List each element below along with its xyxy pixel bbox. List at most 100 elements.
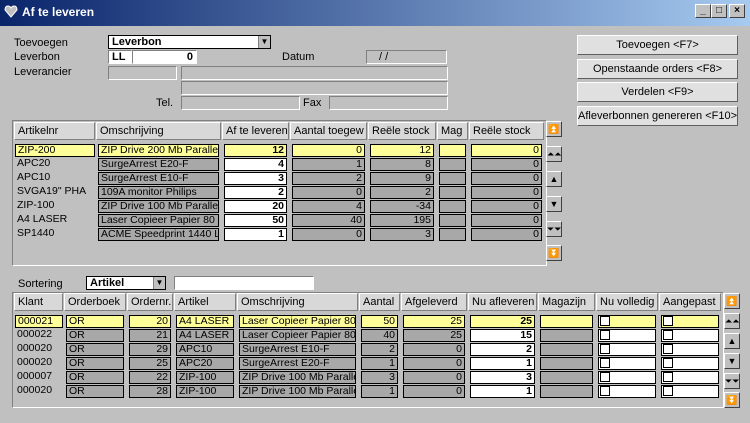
grid1-cell-1[interactable]: ZIP Drive 200 Mb Parallel [98,144,219,157]
grid1-cell-2[interactable]: 3 [224,172,287,185]
leverancier-name-field[interactable] [181,66,448,80]
grid2-header-3[interactable]: Artikel [174,293,236,311]
openstaande-orders-button[interactable]: Openstaande orders <F8> [577,59,738,79]
grid1-cell-4[interactable]: -34 [370,200,434,213]
grid2-cell-magazijn[interactable] [540,329,593,342]
grid2-cell-7[interactable]: 2 [470,343,535,356]
aangepast-checkbox[interactable] [663,330,673,340]
grid1-header-3[interactable]: Aantal toegew [290,122,367,140]
grid2-header-4[interactable]: Omschrijving [237,293,358,311]
grid1-cell-4[interactable]: 8 [370,158,434,171]
grid2-cell-4[interactable]: Laser Copieer Papier 80 [239,329,356,342]
page-up-icon[interactable]: ⏶⏶ [724,313,740,329]
up-icon[interactable]: ▲ [724,333,740,349]
grid2-cell-1[interactable]: OR [66,343,124,356]
grid2-cell-1[interactable]: OR [66,371,124,384]
nu-volledig-checkbox[interactable] [600,344,610,354]
grid2-row-klant[interactable]: 000020 [15,343,63,356]
grid1-cell-6[interactable]: 0 [471,228,542,241]
grid1-cell-2[interactable]: 20 [224,200,287,213]
grid1-cell-2[interactable]: 50 [224,214,287,227]
grid1-cell-6[interactable]: 0 [471,200,542,213]
grid1-cell-2[interactable]: 12 [224,144,287,157]
grid1-cell-2[interactable]: 4 [224,158,287,171]
nu-volledig-checkbox[interactable] [600,386,610,396]
grid2-header-8[interactable]: Magazijn [538,293,595,311]
grid1-row-artikelnr[interactable]: SP1440 [15,228,95,241]
grid2-cell-6[interactable]: 0 [403,343,465,356]
grid2-cell-2[interactable]: 21 [129,329,171,342]
grid1-cell-3[interactable]: 0 [292,144,365,157]
grid2-header-0[interactable]: Klant [14,293,63,311]
grid1-cell-4[interactable]: 3 [370,228,434,241]
nu-volledig-checkbox[interactable] [600,358,610,368]
grid1-cell-6[interactable]: 0 [471,172,542,185]
last-icon[interactable]: ⏬ [546,245,562,261]
grid1-cell-5[interactable] [439,186,466,199]
leverbon-code-field[interactable]: LL [108,50,132,64]
chevron-down-icon[interactable]: ▼ [153,277,165,289]
grid1-row-artikelnr[interactable]: SVGA19" PHA [15,186,95,199]
grid1-cell-1[interactable]: ACME Speedprint 1440 L [98,228,219,241]
maximize-button[interactable]: □ [711,4,727,18]
leverbon-number-field[interactable]: 0 [132,50,197,64]
nu-volledig-checkbox[interactable] [600,316,610,326]
sortering-select[interactable]: Artikel ▼ [86,276,166,290]
grid2-cell-2[interactable]: 22 [129,371,171,384]
grid2-header-2[interactable]: Ordernr. [127,293,173,311]
close-button[interactable]: × [729,4,745,18]
grid2-cell-5[interactable]: 3 [361,371,398,384]
grid2-cell-4[interactable]: ZIP Drive 100 Mb Paralle [239,371,356,384]
grid2-row-klant[interactable]: 000020 [15,357,63,370]
grid1-cell-5[interactable] [439,158,466,171]
grid2-row-klant[interactable]: 000020 [15,385,63,398]
first-icon[interactable]: ⏫ [546,121,562,137]
afleverbonnen-genereren-button[interactable]: Afleverbonnen genereren <F10> [577,106,738,126]
grid1-row-artikelnr[interactable]: APC10 [15,172,95,185]
grid2-cell-7[interactable]: 1 [470,357,535,370]
grid1-cell-1[interactable]: SurgeArrest E20-F [98,158,219,171]
grid1-header-1[interactable]: Omschrijving [96,122,221,140]
grid2-cell-7[interactable]: 25 [470,315,535,328]
grid2-cell-6[interactable]: 0 [403,357,465,370]
grid1-cell-6[interactable]: 0 [471,214,542,227]
grid1-header-5[interactable]: Mag [437,122,468,140]
grid2-cell-magazijn[interactable] [540,371,593,384]
grid1-cell-1[interactable]: SurgeArrest E10-F [98,172,219,185]
grid2-cell-2[interactable]: 25 [129,357,171,370]
last-icon[interactable]: ⏬ [724,392,740,408]
grid1-cell-3[interactable]: 1 [292,158,365,171]
up-icon[interactable]: ▲ [546,171,562,187]
grid2-cell-magazijn[interactable] [540,385,593,398]
fax-field[interactable] [329,96,448,110]
grid1-cell-6[interactable]: 0 [471,158,542,171]
grid1-cell-5[interactable] [439,228,466,241]
grid2-cell-4[interactable]: ZIP Drive 100 Mb Paralle [239,385,356,398]
grid2-cell-3[interactable]: A4 LASER [176,329,234,342]
grid2-header-9[interactable]: Nu volledig [596,293,658,311]
grid1-cell-4[interactable]: 195 [370,214,434,227]
grid1-cell-4[interactable]: 2 [370,186,434,199]
grid2-cell-1[interactable]: OR [66,385,124,398]
down-icon[interactable]: ▼ [546,196,562,212]
grid1-header-4[interactable]: Reële stock [368,122,436,140]
grid1-cell-6[interactable]: 0 [471,144,542,157]
minimize-button[interactable]: _ [695,4,711,18]
leverancier-address-field[interactable] [181,81,448,95]
grid2-cell-2[interactable]: 29 [129,343,171,356]
toevoegen-select[interactable]: Leverbon ▼ [108,35,271,49]
grid2-cell-6[interactable]: 0 [403,385,465,398]
aangepast-checkbox[interactable] [663,344,673,354]
grid1-cell-5[interactable] [439,214,466,227]
first-icon[interactable]: ⏫ [724,293,740,309]
nu-volledig-checkbox[interactable] [600,372,610,382]
grid1-cell-3[interactable]: 0 [292,228,365,241]
grid2-cell-3[interactable]: ZIP-100 [176,385,234,398]
grid1-row-artikelnr[interactable]: A4 LASER [15,214,95,227]
grid2-cell-7[interactable]: 3 [470,371,535,384]
aangepast-checkbox[interactable] [663,316,673,326]
grid1-header-6[interactable]: Reële stock [469,122,544,140]
datum-field[interactable]: / / [366,50,447,64]
down-icon[interactable]: ▼ [724,353,740,369]
grid1-cell-2[interactable]: 1 [224,228,287,241]
